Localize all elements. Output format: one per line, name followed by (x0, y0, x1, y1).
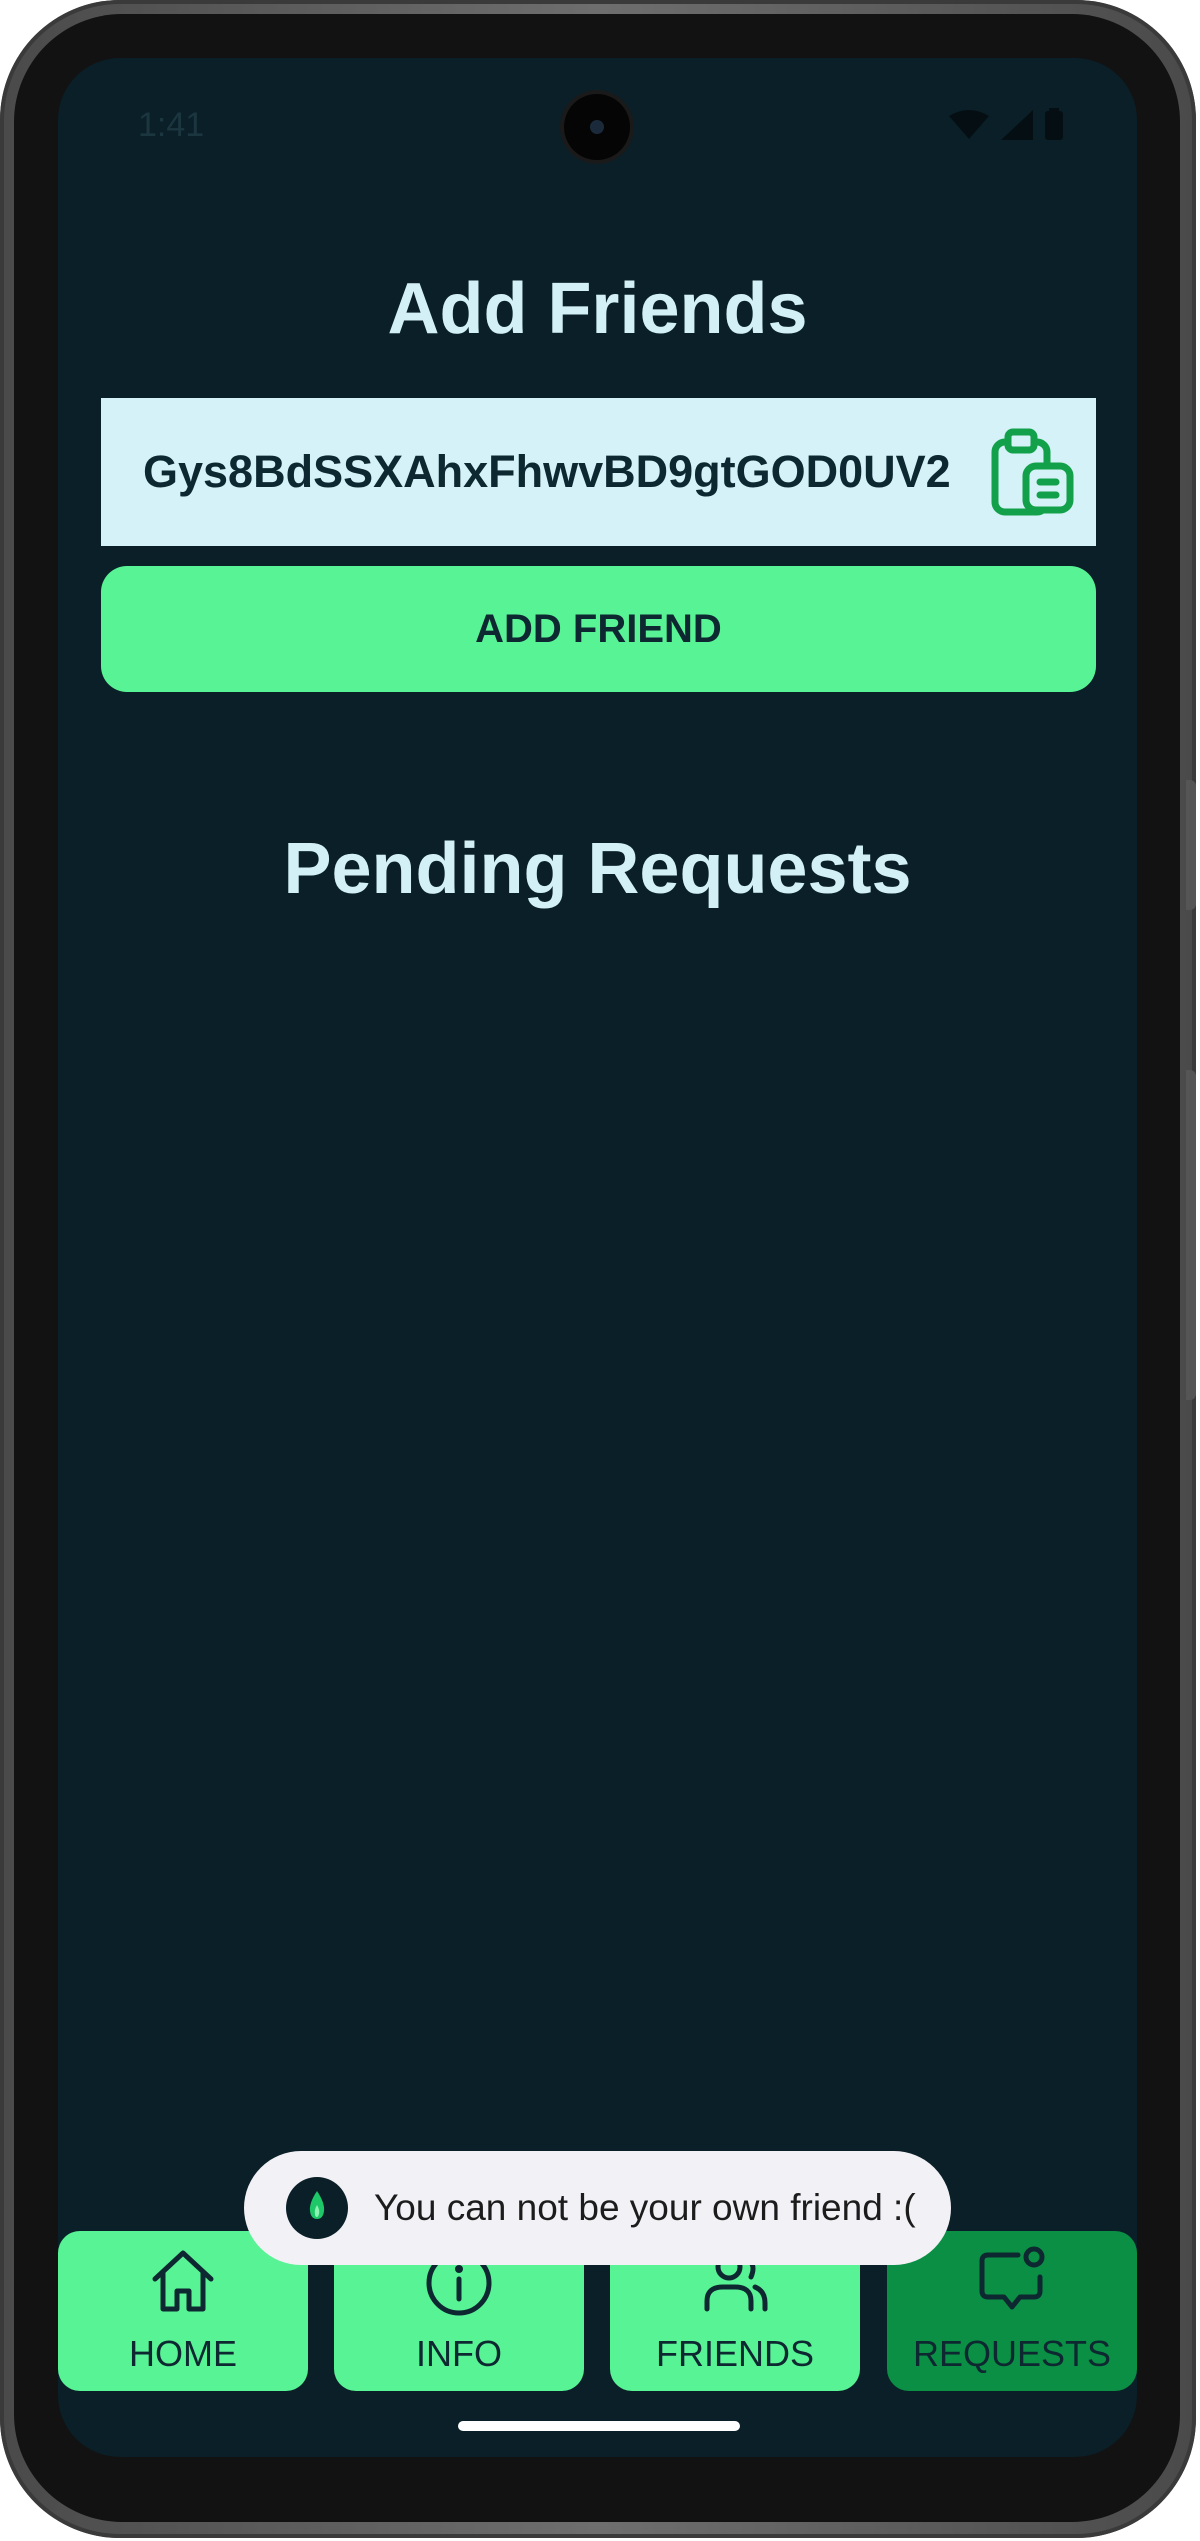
clipboard-paste-icon[interactable] (990, 426, 1076, 518)
power-button (1186, 780, 1196, 910)
nav-friends-label: FRIENDS (655, 2333, 814, 2374)
toast-message: You can not be your own friend :( (244, 2151, 951, 2265)
cell-signal-icon (1001, 110, 1033, 140)
home-indicator[interactable] (458, 2421, 740, 2431)
chat-notification-icon (979, 2246, 1045, 2310)
pending-requests-title: Pending Requests (283, 829, 912, 909)
add-friend-button[interactable]: ADD FRIEND (101, 566, 1096, 692)
volume-button (1186, 1070, 1196, 1400)
friend-id-field[interactable]: Gys8BdSSXAhxFhwvBD9gtGOD0UV2 (101, 398, 1096, 546)
app-screen: 1:41 Add Friends Gys8BdSSXAhxFhwvBD9gtGO… (58, 58, 1137, 2457)
nav-home-label: HOME (129, 2333, 237, 2374)
toast-text: You can not be your own friend :( (374, 2187, 916, 2228)
nav-requests-label: REQUESTS (912, 2333, 1112, 2374)
app-logo-icon (286, 2177, 348, 2239)
status-icons (949, 108, 1063, 140)
page-title: Add Friends (387, 269, 808, 349)
friend-id-text[interactable]: Gys8BdSSXAhxFhwvBD9gtGOD0UV2 (143, 446, 951, 498)
front-camera (564, 94, 630, 160)
nav-info-label: INFO (416, 2333, 502, 2374)
phone-frame: 1:41 Add Friends Gys8BdSSXAhxFhwvBD9gtGO… (0, 0, 1196, 2538)
battery-icon (1045, 108, 1063, 140)
wifi-icon (949, 110, 989, 139)
pending-requests-list (101, 958, 1096, 2108)
home-icon (152, 2250, 214, 2312)
status-time: 1:41 (138, 106, 205, 144)
